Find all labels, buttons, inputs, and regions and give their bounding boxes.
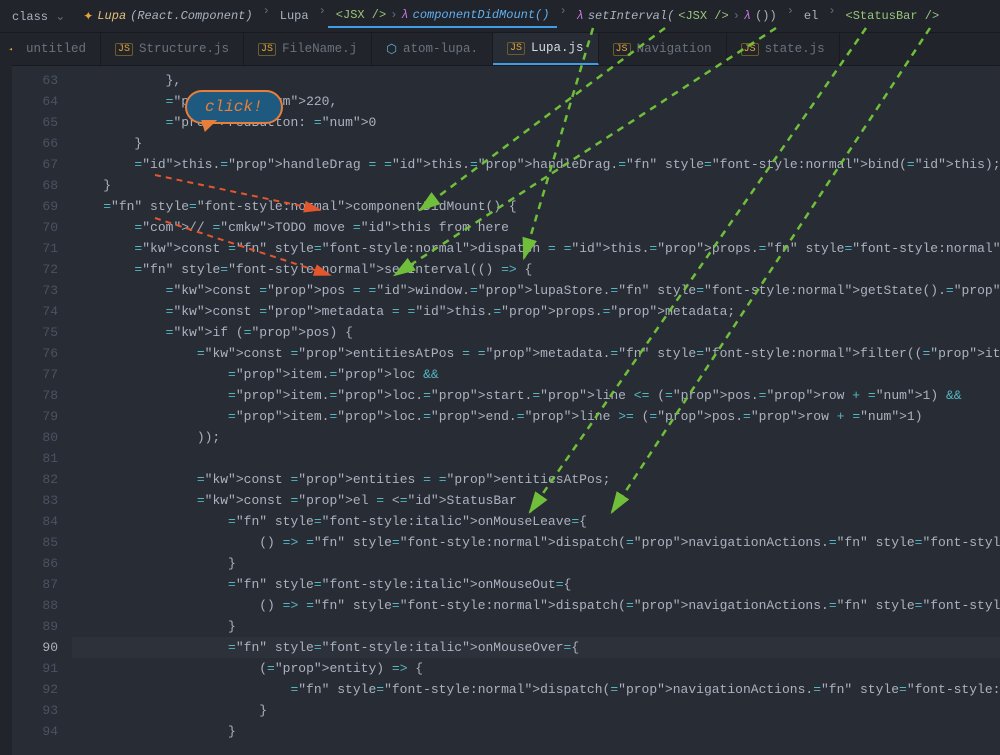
line-number: 71 <box>12 238 58 259</box>
code-line[interactable]: } <box>72 553 1000 574</box>
line-number: 82 <box>12 469 58 490</box>
line-number: 73 <box>12 280 58 301</box>
editor[interactable]: 6364656667686970717273747576777879808182… <box>12 66 1000 755</box>
code-line[interactable]: ="prop">item.="prop">loc.="prop">end.="p… <box>72 406 1000 427</box>
js-icon: JS <box>613 43 631 56</box>
line-number: 90 <box>12 637 58 658</box>
line-number: 64 <box>12 91 58 112</box>
code-line[interactable]: ="fn" style="font-style:italic">onMouseO… <box>72 574 1000 595</box>
code-line[interactable]: ="fn" style="font-style:normal">setInter… <box>72 259 1000 280</box>
js-icon: JS <box>115 43 133 56</box>
line-number: 63 <box>12 70 58 91</box>
js-icon: JS <box>507 42 525 55</box>
line-number: 65 <box>12 112 58 133</box>
line-number: 70 <box>12 217 58 238</box>
line-number: 84 <box>12 511 58 532</box>
code-line[interactable]: }, <box>72 70 1000 91</box>
code-line[interactable]: (="prop">entity) => { <box>72 658 1000 679</box>
breadcrumb-3[interactable]: λ setInterval(<JSX /> › λ ()) <box>569 4 785 28</box>
tab-Lupajs[interactable]: JSLupa.js <box>493 33 599 65</box>
breadcrumb-sep: › <box>828 4 835 28</box>
line-number: 87 <box>12 574 58 595</box>
code-line[interactable]: } <box>72 616 1000 637</box>
breadcrumb-1[interactable]: Lupa <box>272 4 317 28</box>
breadcrumb-4[interactable]: el <box>796 4 826 28</box>
breadcrumb-sep: › <box>319 4 326 28</box>
line-number: 67 <box>12 154 58 175</box>
code-line[interactable]: ="kw">const ="prop">entities = ="prop">e… <box>72 469 1000 490</box>
line-number: 91 <box>12 658 58 679</box>
line-number: 75 <box>12 322 58 343</box>
tab-statejs[interactable]: JSstate.js <box>727 33 840 65</box>
tab-atomlupa[interactable]: ⬡atom-lupa. <box>372 33 493 65</box>
sidebar: ✦ Lupa (React.Component) λ constructor(p… <box>0 33 12 755</box>
code-line[interactable]: ="kw">const ="prop">pos = ="id">window.=… <box>72 280 1000 301</box>
chevron-down-icon: ⌄ <box>55 10 65 24</box>
code-line[interactable]: ="prop">item.="prop">loc && <box>72 364 1000 385</box>
line-number: 89 <box>12 616 58 637</box>
line-number: 74 <box>12 301 58 322</box>
code-line[interactable]: ="id">this.="prop">handleDrag = ="id">th… <box>72 154 1000 175</box>
line-number: 77 <box>12 364 58 385</box>
gutter: 6364656667686970717273747576777879808182… <box>12 66 72 755</box>
line-number: 66 <box>12 133 58 154</box>
breadcrumb-sep: › <box>263 4 270 28</box>
code-line[interactable]: ="kw">const ="prop">entitiesAtPos = ="pr… <box>72 343 1000 364</box>
editor-tabs: untitledJSStructure.jsJSFileName.j⬡atom-… <box>12 33 1000 66</box>
breadcrumb-5[interactable]: <StatusBar /> <box>838 4 948 28</box>
code-line[interactable]: } <box>72 175 1000 196</box>
code-area[interactable]: }, ="prop">w: ="num">220, ="prop">redBut… <box>72 66 1000 755</box>
line-number: 94 <box>12 721 58 742</box>
line-number: 86 <box>12 553 58 574</box>
line-number: 83 <box>12 490 58 511</box>
line-number: 78 <box>12 385 58 406</box>
code-line[interactable]: ="com">// ="cmkw">TODO move ="id">this f… <box>72 217 1000 238</box>
line-number: 85 <box>12 532 58 553</box>
code-line[interactable]: () => ="fn" style="font-style:normal">di… <box>72 595 1000 616</box>
code-line[interactable]: )); <box>72 427 1000 448</box>
code-line[interactable]: ="fn" style="font-style:normal">componen… <box>72 196 1000 217</box>
code-line[interactable]: ="prop">item.="prop">loc.="prop">start.=… <box>72 385 1000 406</box>
js-icon: JS <box>258 43 276 56</box>
line-number: 69 <box>12 196 58 217</box>
class-selector[interactable]: class ⌄ <box>4 7 73 26</box>
code-line[interactable]: ="kw">const ="fn" style="font-style:norm… <box>72 238 1000 259</box>
line-number: 81 <box>12 448 58 469</box>
line-number: 92 <box>12 679 58 700</box>
line-number: 68 <box>12 175 58 196</box>
line-number: 80 <box>12 427 58 448</box>
js-icon: JS <box>741 43 759 56</box>
breadcrumb-sep: › <box>559 4 566 28</box>
code-line[interactable]: ="kw">if (="prop">pos) { <box>72 322 1000 343</box>
tab-untitled[interactable]: untitled <box>12 33 101 65</box>
code-line[interactable] <box>72 448 1000 469</box>
line-number: 72 <box>12 259 58 280</box>
atom-icon: ⬡ <box>386 41 397 57</box>
code-line[interactable]: } <box>72 700 1000 721</box>
code-line[interactable]: () => ="fn" style="font-style:normal">di… <box>72 532 1000 553</box>
breadcrumb-2[interactable]: <JSX /> › λ componentDidMount() <box>328 4 558 28</box>
tab-Navigation[interactable]: JSNavigation <box>599 33 727 65</box>
code-line[interactable]: ="fn" style="font-style:normal">dispatch… <box>72 679 1000 700</box>
tab-FileNamej[interactable]: JSFileName.j <box>244 33 372 65</box>
line-number: 88 <box>12 595 58 616</box>
top-bar: class ⌄ ✦ Lupa (React.Component)›Lupa›<J… <box>0 0 1000 33</box>
code-line[interactable]: ="fn" style="font-style:italic">onMouseL… <box>72 511 1000 532</box>
code-line[interactable]: } <box>72 133 1000 154</box>
breadcrumb-sep: › <box>787 4 794 28</box>
tab-Structurejs[interactable]: JSStructure.js <box>101 33 244 65</box>
line-number: 93 <box>12 700 58 721</box>
breadcrumb-0[interactable]: ✦ Lupa (React.Component) <box>75 4 260 28</box>
code-line[interactable]: ="fn" style="font-style:italic">onMouseO… <box>72 637 1000 658</box>
code-line[interactable]: } <box>72 721 1000 742</box>
line-number: 79 <box>12 406 58 427</box>
code-line[interactable]: ="kw">const ="prop">metadata = ="id">thi… <box>72 301 1000 322</box>
code-line[interactable]: ="kw">const ="prop">el = <="id">StatusBa… <box>72 490 1000 511</box>
line-number: 76 <box>12 343 58 364</box>
click-callout: click! <box>185 90 283 124</box>
